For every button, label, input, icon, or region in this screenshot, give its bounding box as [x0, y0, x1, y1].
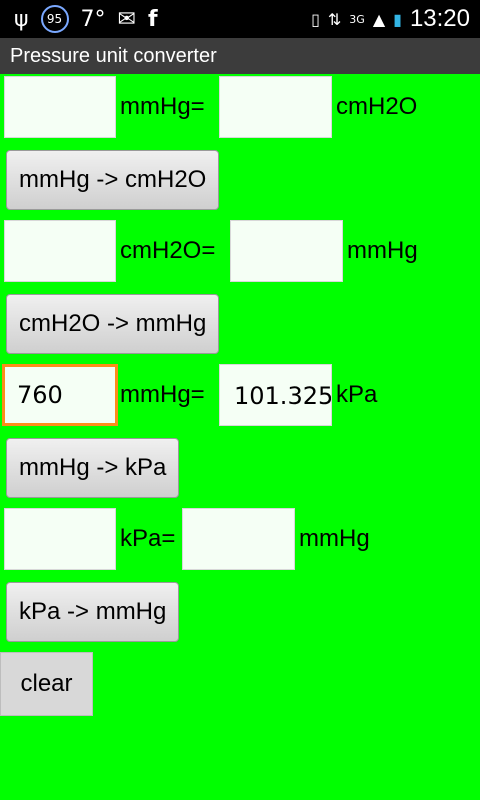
status-right: ▯ ⇅ 3G ▲ ▮ 13:20 [311, 4, 470, 34]
mmhg-output[interactable] [230, 220, 343, 282]
status-bar: ψ 95 7° ✉ f ▯ ⇅ 3G ▲ ▮ 13:20 [0, 0, 480, 38]
kpa-to-mmhg-button[interactable]: kPa -> mmHg [6, 582, 180, 642]
mmhg-kpa-equals-label: mmHg= [120, 381, 205, 408]
kpa-input[interactable] [4, 508, 116, 570]
cmh2o-equals-label: cmH2O= [120, 237, 216, 264]
cmh2o-unit-label: cmH2O [336, 93, 418, 120]
cmh2o-input[interactable] [4, 220, 116, 282]
signal-strength-icon: ▲ [372, 9, 386, 29]
kpa-unit-label: kPa [336, 381, 378, 408]
status-left: ψ 95 7° ✉ f [14, 5, 158, 33]
clear-button[interactable]: clear [0, 652, 93, 716]
converter-cmh2o-mmhg: cmH2O= mmHg [0, 220, 480, 284]
mmhg-equals-label: mmHg= [120, 93, 205, 120]
mmhg-input[interactable] [4, 76, 116, 138]
mmhg-unit-label: mmHg [347, 237, 418, 264]
kpa-output[interactable]: 101.325 [219, 364, 332, 426]
cmh2o-output[interactable] [219, 76, 332, 138]
kpa-mmhg-unit-label: mmHg [299, 525, 370, 552]
mmhg-kpa-input[interactable]: 760 [2, 364, 118, 426]
mmhg-to-cmh2o-button[interactable]: mmHg -> cmH2O [6, 150, 220, 210]
facebook-icon: f [147, 6, 158, 32]
clock: 13:20 [409, 5, 470, 32]
mmhg-to-kpa-button[interactable]: mmHg -> kPa [6, 438, 180, 498]
converter-kpa-mmhg: kPa= mmHg [0, 508, 480, 572]
kpa-mmhg-output[interactable] [182, 508, 295, 570]
weather-temperature: 7° [80, 6, 106, 32]
kpa-equals-label: kPa= [120, 525, 176, 552]
app-title: Pressure unit converter [0, 38, 480, 74]
network-type: 3G [349, 12, 365, 26]
vibrate-icon: ▯ [311, 9, 320, 29]
converter-mmhg-cmh2o: mmHg= cmH2O [0, 76, 480, 140]
cmh2o-to-mmhg-button[interactable]: cmH2O -> mmHg [6, 294, 220, 354]
converter-mmhg-kpa: 760 mmHg= 101.325 kPa [0, 364, 480, 428]
signal-arrows-icon: ⇅ [327, 9, 342, 29]
usb-icon: ψ [14, 6, 29, 32]
battery-icon: ▮ [393, 9, 402, 29]
gmail-icon: ✉ [117, 6, 136, 32]
notification-badge: 95 [40, 5, 69, 33]
